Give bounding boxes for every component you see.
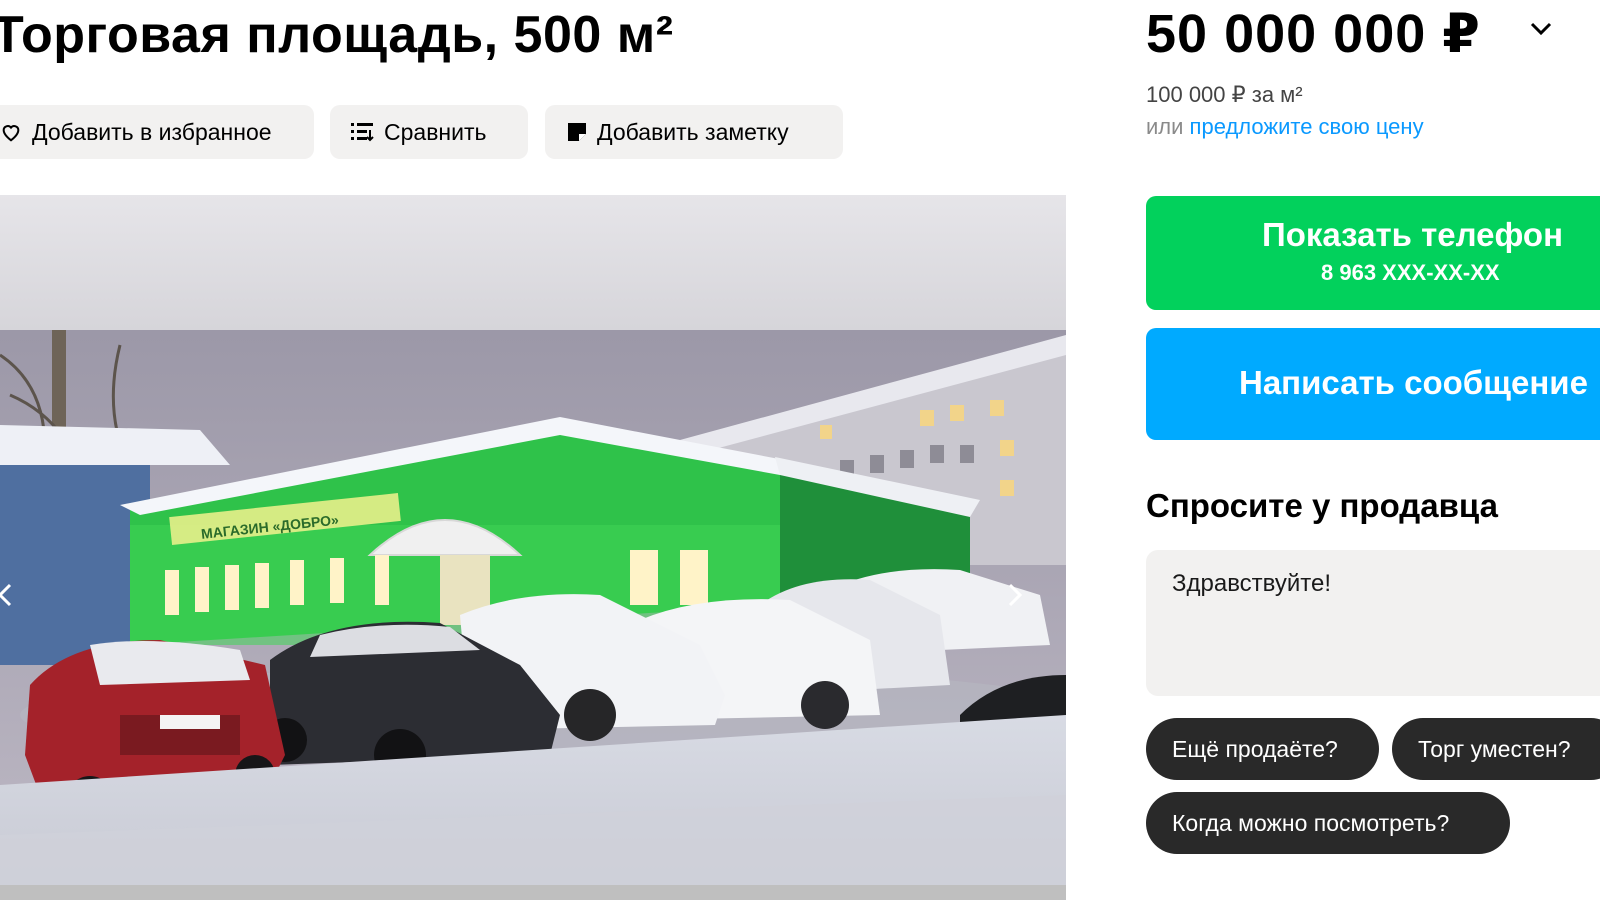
next-photo-button[interactable] [1008, 583, 1038, 623]
add-to-favorites-button[interactable]: Добавить в избранное [0, 105, 314, 159]
quick-question-bargain[interactable]: Торг уместен? [1392, 718, 1600, 780]
write-message-label: Написать сообщение [1239, 364, 1588, 401]
previous-photo-button[interactable] [0, 583, 28, 623]
heart-icon [0, 121, 22, 143]
add-note-button[interactable]: Добавить заметку [545, 105, 843, 159]
compare-list-icon [350, 121, 374, 143]
price-total: 50 000 000 ₽ [1146, 4, 1481, 64]
quick-question-still-selling[interactable]: Ещё продаёте? [1146, 718, 1379, 780]
add-to-favorites-label: Добавить в избранное [32, 118, 272, 145]
masked-phone-number: 8 963 XXX-XX-XX [1321, 260, 1500, 285]
price-offer-line: или предложите свою цену [1146, 114, 1424, 140]
offer-prefix: или [1146, 114, 1184, 139]
offer-price-link[interactable]: предложите свою цену [1190, 114, 1424, 139]
quick-question-viewing[interactable]: Когда можно посмотреть? [1146, 792, 1510, 854]
show-phone-button[interactable]: Показать телефон 8 963 XXX-XX-XX [1146, 196, 1600, 310]
note-icon [567, 122, 587, 142]
show-phone-label: Показать телефон [1262, 216, 1564, 253]
price-options-toggle[interactable] [1530, 22, 1552, 41]
compare-button[interactable]: Сравнить [330, 105, 528, 159]
add-note-label: Добавить заметку [597, 118, 789, 145]
compare-label: Сравнить [384, 118, 487, 145]
thumbnail-strip [0, 885, 1066, 900]
seller-message-input[interactable] [1146, 550, 1600, 696]
write-message-button[interactable]: Написать сообщение [1146, 328, 1600, 440]
photo-gallery[interactable]: МАГАЗИН «ДОБРО» [0, 195, 1066, 885]
ask-seller-heading: Спросите у продавца [1146, 487, 1498, 524]
price-per-meter: 100 000 ₽ за м² [1146, 82, 1303, 107]
chevron-down-icon [1530, 22, 1552, 40]
listing-photo: МАГАЗИН «ДОБРО» [0, 195, 1066, 885]
listing-title: Торговая площадь, 500 м² [0, 6, 674, 64]
